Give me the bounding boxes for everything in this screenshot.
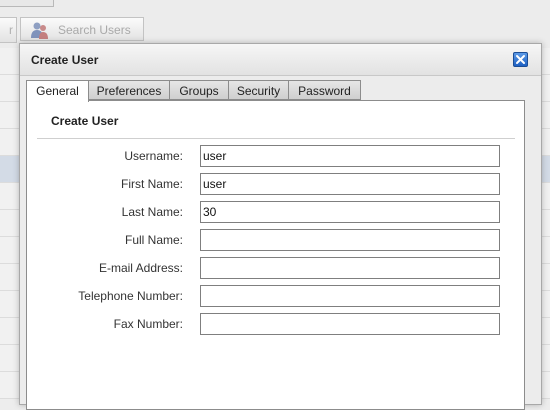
section-divider <box>37 138 515 139</box>
background-partial-button-label: r <box>9 23 13 37</box>
email-label: E-mail Address: <box>98 261 183 275</box>
tab-groups[interactable]: Groups <box>169 80 229 100</box>
section-title: Create User <box>51 114 119 128</box>
email-field[interactable] <box>200 257 500 279</box>
fax-field[interactable] <box>200 313 500 335</box>
close-icon <box>516 55 525 64</box>
background-toolbar: r Search Users <box>0 0 550 49</box>
first-name-label: First Name: <box>120 177 183 191</box>
tab-label: Groups <box>179 84 219 98</box>
tab-security[interactable]: Security <box>228 80 289 100</box>
first-name-field[interactable] <box>200 173 500 195</box>
tab-label: General <box>36 84 79 98</box>
background-partial-button[interactable]: r <box>0 17 17 43</box>
tab-label: Security <box>236 84 281 98</box>
dialog-header[interactable]: Create User <box>20 44 541 76</box>
fax-label: Fax Number: <box>113 317 183 331</box>
general-tab-panel: Create User Username: * First Name: * La… <box>26 100 525 410</box>
telephone-field[interactable] <box>200 285 500 307</box>
tab-general[interactable]: General <box>26 80 89 102</box>
username-label: Username: <box>124 149 183 163</box>
tab-label: Password <box>298 84 351 98</box>
telephone-label: Telephone Number: <box>78 289 183 303</box>
tab-label: Preferences <box>96 84 162 98</box>
full-name-label: Full Name: <box>124 233 183 247</box>
full-name-field[interactable] <box>200 229 500 251</box>
last-name-field[interactable] <box>200 201 500 223</box>
tab-preferences[interactable]: Preferences <box>88 80 170 100</box>
search-users-label: Search Users <box>58 23 131 37</box>
last-name-label: Last Name: <box>121 205 183 219</box>
dialog-title: Create User <box>31 53 99 67</box>
create-user-dialog: Create User General Preferences Groups S… <box>19 43 542 410</box>
close-button[interactable] <box>513 52 528 67</box>
tab-password[interactable]: Password <box>288 80 361 100</box>
username-field[interactable] <box>200 145 500 167</box>
users-icon <box>29 20 49 40</box>
search-users-button[interactable]: Search Users <box>20 17 144 41</box>
background-top-button[interactable] <box>0 0 54 7</box>
